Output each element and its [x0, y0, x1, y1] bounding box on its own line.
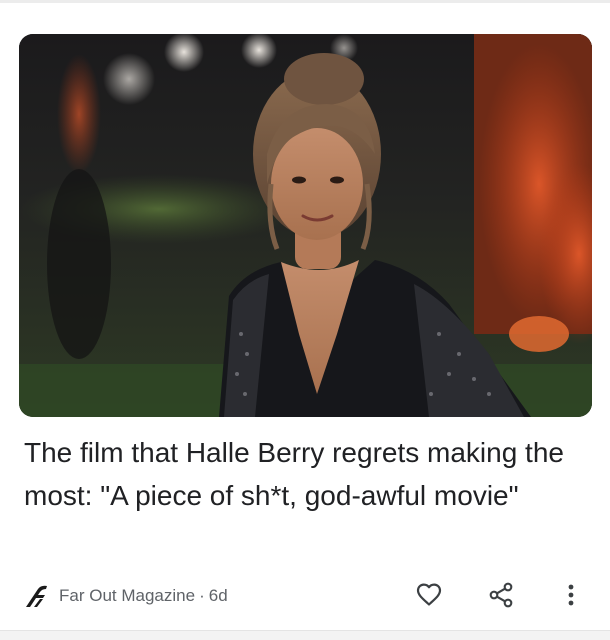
meta-separator: · — [199, 586, 205, 605]
source-attribution: Far Out Magazine · 6d — [59, 586, 228, 606]
article-photo-illustration — [19, 34, 592, 417]
article-meta-row: Far Out Magazine · 6d — [24, 577, 588, 613]
like-button[interactable] — [412, 578, 446, 612]
heart-outline-icon — [416, 583, 442, 606]
more-vertical-icon — [568, 584, 574, 606]
article-headline[interactable]: The film that Halle Berry regrets making… — [24, 431, 584, 517]
more-options-button[interactable] — [554, 578, 588, 612]
news-card[interactable]: The film that Halle Berry regrets making… — [0, 3, 610, 630]
article-age: 6d — [208, 586, 228, 605]
source-name[interactable]: Far Out Magazine — [59, 586, 195, 605]
far-out-logo-icon — [24, 584, 50, 608]
article-image[interactable] — [19, 34, 592, 417]
share-button[interactable] — [484, 578, 518, 612]
share-icon — [489, 582, 513, 608]
